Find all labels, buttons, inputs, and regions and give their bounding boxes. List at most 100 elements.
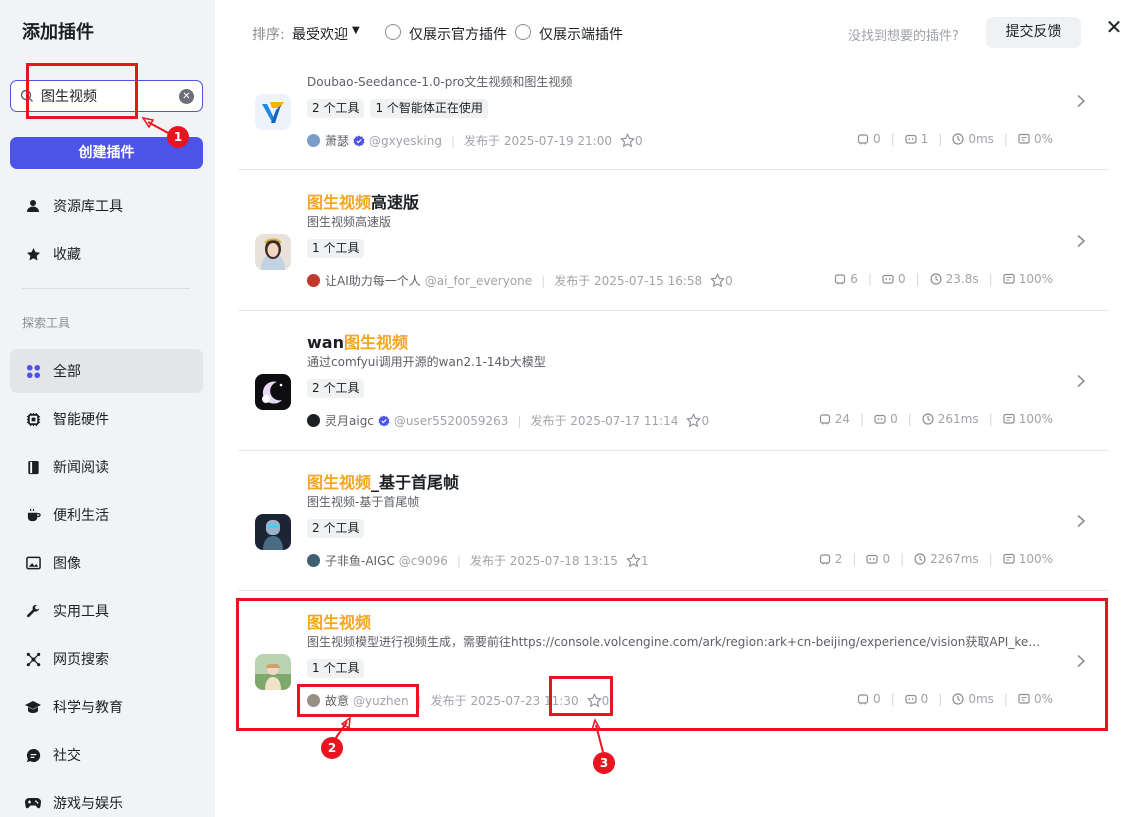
plugin-tags: 1 个工具 [307, 239, 365, 258]
cup-icon [25, 507, 41, 523]
annotation-box-stars [549, 676, 613, 716]
plugin-tags: 2 个工具 [307, 519, 365, 538]
latency-value: 23.8s [945, 272, 979, 286]
calls-count: 2 [834, 552, 843, 566]
sidebar-item-all[interactable]: 全部 [10, 349, 203, 393]
sidebar-item-websearch[interactable]: 网页搜索 [10, 637, 203, 681]
bots-count: 0 [897, 272, 906, 286]
sidebar-item-label: 图像 [53, 556, 81, 572]
plugin-title[interactable]: 图生视频高速版 [307, 189, 419, 213]
author-avatar [307, 414, 320, 427]
sidebar-item-hardware[interactable]: 智能硬件 [10, 397, 203, 441]
success-rate: 100% [1018, 552, 1053, 566]
plugin-description: Doubao-Seedance-1.0-pro文生视频和图生视频 [307, 75, 573, 89]
latency-stat: 0ms [952, 132, 994, 146]
author-name[interactable]: 让AI助力每一个人 [325, 272, 421, 289]
author-handle[interactable]: @ai_for_everyone [425, 274, 532, 288]
sidebar-item-favorites[interactable]: 收藏 [10, 232, 203, 276]
sidebar-item-label: 收藏 [53, 247, 81, 263]
annotation-badge-3: 3 [593, 752, 615, 774]
title-rest: _基于首尾帧 [371, 473, 460, 492]
chevron-right-icon[interactable] [1075, 94, 1087, 108]
favorite-button[interactable]: 0 [686, 413, 709, 428]
annotation-badge-2: 2 [321, 737, 343, 759]
latency-stat: 261ms [922, 412, 979, 426]
star-icon [625, 553, 641, 568]
sidebar-item-tools[interactable]: 实用工具 [10, 589, 203, 633]
sidebar-item-education[interactable]: 科学与教育 [10, 685, 203, 729]
plugin-title[interactable]: 图生视频_基于首尾帧 [307, 469, 459, 493]
sidebar-item-life[interactable]: 便利生活 [10, 493, 203, 537]
sidebar-item-image[interactable]: 图像 [10, 541, 203, 585]
author-avatar [307, 134, 320, 147]
author-name[interactable]: 子非鱼-AIGC [325, 552, 395, 569]
star-icon [25, 246, 41, 262]
annotation-box-author [297, 684, 419, 717]
author-handle[interactable]: @user5520059263 [394, 414, 509, 428]
panel-title: 添加插件 [22, 22, 94, 43]
author-handle[interactable]: @gxyesking [369, 134, 442, 148]
bot-icon [882, 274, 894, 284]
star-count: 1 [640, 553, 649, 568]
plugin-card[interactable]: Doubao-Seedance-1.0-pro文生视频和图生视频 2 个工具 1… [238, 30, 1109, 170]
sidebar-item-library[interactable]: 资源库工具 [10, 184, 203, 228]
plugin-card[interactable]: 图生视频高速版 图生视频高速版 1 个工具 让AI助力每一个人 @ai_for_… [238, 171, 1109, 311]
chevron-right-icon[interactable] [1075, 374, 1087, 388]
favorite-button[interactable]: 0 [710, 273, 733, 288]
sidebar-item-label: 游戏与娱乐 [53, 796, 123, 812]
sidebar-item-news[interactable]: 新闻阅读 [10, 445, 203, 489]
calls-count: 0 [872, 132, 881, 146]
verified-icon [353, 135, 365, 146]
publish-date: 发布于 2025-07-17 11:14 [530, 414, 679, 428]
star-count: 0 [634, 133, 643, 148]
plugin-description: 图生视频高速版 [307, 215, 392, 229]
plugin-title[interactable]: wan图生视频 [307, 329, 408, 353]
verified-icon [378, 415, 390, 426]
author-name[interactable]: 灵月aigc [325, 412, 374, 429]
calls-stat: 24 [819, 412, 850, 426]
bot-icon [905, 134, 917, 144]
author-handle[interactable]: @c9096 [399, 554, 448, 568]
plugin-description: 通过comfyui调用开源的wan2.1-14b大模型 [307, 355, 546, 369]
tag: 2 个工具 [307, 99, 365, 118]
plugin-stats: 6 | 0 | 23.8s | 100% [834, 272, 1053, 286]
chevron-right-icon[interactable] [1075, 514, 1087, 528]
author-name[interactable]: 萧瑟 [325, 132, 349, 149]
calls-icon [857, 134, 869, 145]
divider: | [541, 273, 546, 288]
title-prefix: wan [307, 333, 344, 352]
message-icon [1018, 133, 1030, 144]
plugin-tags: 2 个工具 [307, 379, 365, 398]
user-icon [25, 198, 41, 214]
latency-stat: 2267ms [914, 552, 979, 566]
favorite-button[interactable]: 1 [625, 553, 649, 568]
favorite-button[interactable]: 0 [620, 133, 643, 148]
graduation-icon [25, 699, 41, 715]
clear-icon[interactable]: ✕ [179, 88, 194, 104]
plugin-card[interactable]: 图生视频_基于首尾帧 图生视频-基于首尾帧 2 个工具 子非鱼-AIGC @c9… [238, 451, 1109, 591]
title-highlight: 图生视频 [307, 193, 372, 212]
plugin-card[interactable]: wan图生视频 通过comfyui调用开源的wan2.1-14b大模型 2 个工… [238, 311, 1109, 451]
gamepad-icon [25, 795, 41, 811]
network-icon [25, 651, 41, 667]
annotation-badge-1: 1 [167, 126, 189, 148]
bots-count: 0 [882, 552, 891, 566]
message-icon [1003, 413, 1015, 424]
star-count: 0 [701, 413, 710, 428]
success-stat: 0% [1018, 132, 1053, 146]
success-stat: 100% [1003, 552, 1053, 566]
bots-count: 0 [890, 412, 898, 426]
success-rate: 100% [1018, 272, 1053, 286]
star-icon [710, 273, 726, 288]
sidebar-item-games[interactable]: 游戏与娱乐 [10, 781, 203, 817]
message-icon [1003, 553, 1015, 564]
book-icon [25, 459, 41, 475]
calls-icon [835, 274, 846, 285]
latency-stat: 23.8s [930, 272, 979, 286]
star-icon [686, 413, 702, 428]
sidebar-item-social[interactable]: 社交 [10, 733, 203, 777]
author-avatar [307, 274, 320, 287]
sidebar-item-label: 社交 [53, 748, 81, 764]
sidebar: 添加插件 图生视频 ✕ 创建插件 资源库工具 收藏 探索工具 全部 智能硬件 新… [0, 0, 215, 817]
chevron-right-icon[interactable] [1075, 234, 1087, 248]
